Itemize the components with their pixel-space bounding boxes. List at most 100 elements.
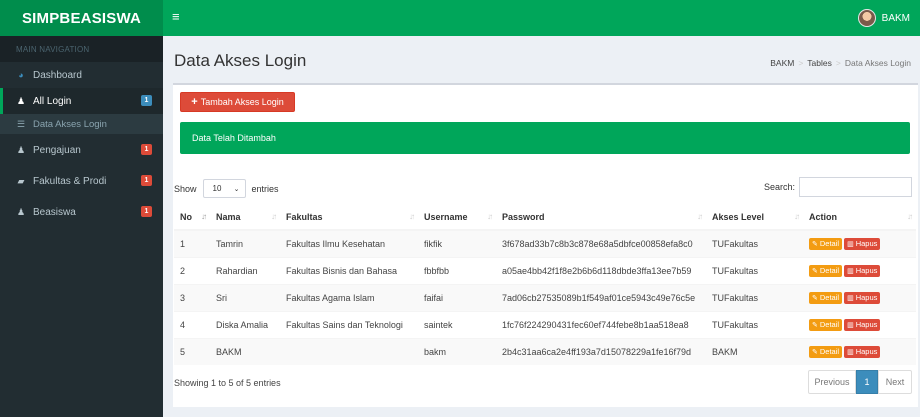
cell-action: ✎ Detail ▥ Hapus <box>803 256 916 284</box>
column-label: Password <box>502 211 545 222</box>
cell-nama: Diska Amalia <box>210 310 280 338</box>
next-page-button[interactable]: Next <box>878 370 912 394</box>
sidebar-subitem-label: Data Akses Login <box>33 118 107 130</box>
detail-button[interactable]: ✎ Detail <box>809 237 843 250</box>
breadcrumb-item[interactable]: BAKM <box>770 58 794 68</box>
add-access-login-button[interactable]: + Tambah Akses Login <box>180 92 295 112</box>
cell-fakultas: Fakultas Sains dan Teknologi <box>280 310 418 338</box>
sort-icon: ↓↑ <box>487 212 493 221</box>
cell-username: faifai <box>418 283 496 311</box>
cell-password: 1fc76f224290431fec60ef744febe8b1aa518ea8 <box>496 310 706 338</box>
breadcrumb-separator: > <box>835 58 841 68</box>
detail-button[interactable]: ✎ Detail <box>809 345 843 358</box>
table-row: 5 BAKM bakm 2b4c31aa6ca2e4ff193a7d150782… <box>174 337 916 365</box>
sidebar-item-label: Fakultas & Prodi <box>33 175 107 187</box>
cell-action: ✎ Detail ▥ Hapus <box>803 337 916 365</box>
page-title: Data Akses Login <box>174 51 307 70</box>
column-header-username[interactable]: Username ↓↑ <box>418 204 496 231</box>
breadcrumb-item[interactable]: Tables <box>807 58 832 68</box>
hapus-button[interactable]: ▥ Hapus <box>844 237 881 250</box>
app-logo[interactable]: SIMPBEASISWA <box>0 0 163 36</box>
chevron-down-icon: ⌄ <box>233 185 240 193</box>
detail-button[interactable]: ✎ Detail <box>809 291 843 304</box>
hapus-button[interactable]: ▥ Hapus <box>844 264 881 277</box>
column-label: Fakultas <box>286 211 323 222</box>
data-box: + Tambah Akses Login Data Telah Ditambah… <box>173 83 918 407</box>
cell-password: a05ae4bb42f1f8e2b6b6d118dbde3ffa13ee7b59 <box>496 256 706 284</box>
column-header-no[interactable]: No ↓↑ <box>174 204 210 231</box>
table-row: 1 Tamrin Fakultas Ilmu Kesehatan fikfik … <box>174 229 916 257</box>
hapus-button[interactable]: ▥ Hapus <box>844 345 881 358</box>
sort-icon: ↓↑ <box>697 212 703 221</box>
sidebar-item-beasiswa[interactable]: ♟ Beasiswa 1 <box>0 199 163 225</box>
entries-select[interactable]: 10 ⌄ <box>202 179 246 198</box>
breadcrumb-separator: > <box>798 58 804 68</box>
sort-icon: ↓↑ <box>409 212 415 221</box>
entries-label: entries <box>251 183 279 194</box>
cell-akses-level: TUFakultas <box>706 229 803 257</box>
cell-password: 3f678ad33b7c8b3c878e68a5dbfce00858efa8c0 <box>496 229 706 257</box>
detail-button[interactable]: ✎ Detail <box>809 264 843 277</box>
cell-username: fikfik <box>418 229 496 257</box>
detail-label: Detail <box>819 347 840 357</box>
add-button-label: Tambah Akses Login <box>200 97 284 107</box>
sidebar-item-label: All Login <box>33 95 72 107</box>
pagination: Previous 1 Next <box>808 370 912 394</box>
user-name: BAKM <box>881 12 910 24</box>
cell-akses-level: BAKM <box>706 337 803 365</box>
column-header-nama[interactable]: Nama ↓↑ <box>210 204 280 231</box>
page-1-button[interactable]: 1 <box>856 370 878 394</box>
cell-nama: Sri <box>210 283 280 311</box>
cell-fakultas: Fakultas Agama Islam <box>280 283 418 311</box>
column-label: Username <box>424 211 468 222</box>
sidebar-subitem-data-akses-login[interactable]: ☰ Data Akses Login <box>0 114 163 134</box>
column-header-password[interactable]: Password ↓↑ <box>496 204 706 231</box>
table-row: 4 Diska Amalia Fakultas Sains dan Teknol… <box>174 310 916 338</box>
column-header-akses-level[interactable]: Akses Level ↓↑ <box>706 204 803 231</box>
user-icon: ♟ <box>16 206 26 217</box>
trash-icon: ▥ <box>847 321 854 329</box>
cell-username: saintek <box>418 310 496 338</box>
book-icon: ▰ <box>17 175 25 186</box>
detail-label: Detail <box>819 293 840 302</box>
hapus-button[interactable]: ▥ Hapus <box>844 318 881 331</box>
sidebar-item-dashboard[interactable]: ◕ Dashboard <box>0 62 163 88</box>
cell-fakultas: Fakultas Bisnis dan Bahasa <box>280 256 418 284</box>
hapus-label: Hapus <box>855 239 878 249</box>
detail-label: Detail <box>819 266 840 275</box>
sidebar-item-fakultas-prodi[interactable]: ▰ Fakultas & Prodi 1 <box>0 168 163 194</box>
nav-heading: MAIN NAVIGATION <box>0 36 163 62</box>
cell-no: 1 <box>174 229 210 257</box>
cell-akses-level: TUFakultas <box>706 283 803 311</box>
data-table: No ↓↑ Nama ↓↑ Fakultas ↓↑ Username ↓↑ Passwo… <box>174 204 916 365</box>
submenu: ☰ Data Akses Login <box>0 114 163 134</box>
sort-icon: ↓↑ <box>907 212 913 221</box>
hapus-label: Hapus <box>855 320 878 329</box>
avatar <box>857 9 876 27</box>
hapus-label: Hapus <box>855 347 878 357</box>
sidebar-item-label: Beasiswa <box>33 206 76 218</box>
cell-no: 4 <box>174 310 210 338</box>
cell-no: 5 <box>174 337 210 365</box>
hamburger-icon[interactable]: ≡ <box>172 10 180 24</box>
sidebar-item-pengajuan[interactable]: ♟ Pengajuan 1 <box>0 137 163 163</box>
hapus-button[interactable]: ▥ Hapus <box>844 291 881 304</box>
user-icon: ♟ <box>16 144 26 155</box>
cell-username: bakm <box>418 337 496 365</box>
user-menu[interactable]: BAKM <box>857 9 910 27</box>
table-row: 3 Sri Fakultas Agama Islam faifai 7ad06c… <box>174 283 916 311</box>
cell-action: ✎ Detail ▥ Hapus <box>803 310 916 338</box>
trash-icon: ▥ <box>847 348 854 356</box>
column-header-fakultas[interactable]: Fakultas ↓↑ <box>280 204 418 231</box>
detail-button[interactable]: ✎ Detail <box>809 318 843 331</box>
column-header-action[interactable]: Action ↓↑ <box>803 204 916 231</box>
top-navbar: ≡ BAKM <box>163 0 920 36</box>
count-badge: 1 <box>141 144 152 155</box>
cell-no: 3 <box>174 283 210 311</box>
search-input[interactable] <box>799 177 912 197</box>
previous-page-button[interactable]: Previous <box>808 370 856 394</box>
edit-icon: ✎ <box>812 294 818 302</box>
trash-icon: ▥ <box>847 267 854 275</box>
sidebar-item-all-login[interactable]: ♟ All Login 1 <box>0 88 163 114</box>
cell-action: ✎ Detail ▥ Hapus <box>803 229 916 257</box>
